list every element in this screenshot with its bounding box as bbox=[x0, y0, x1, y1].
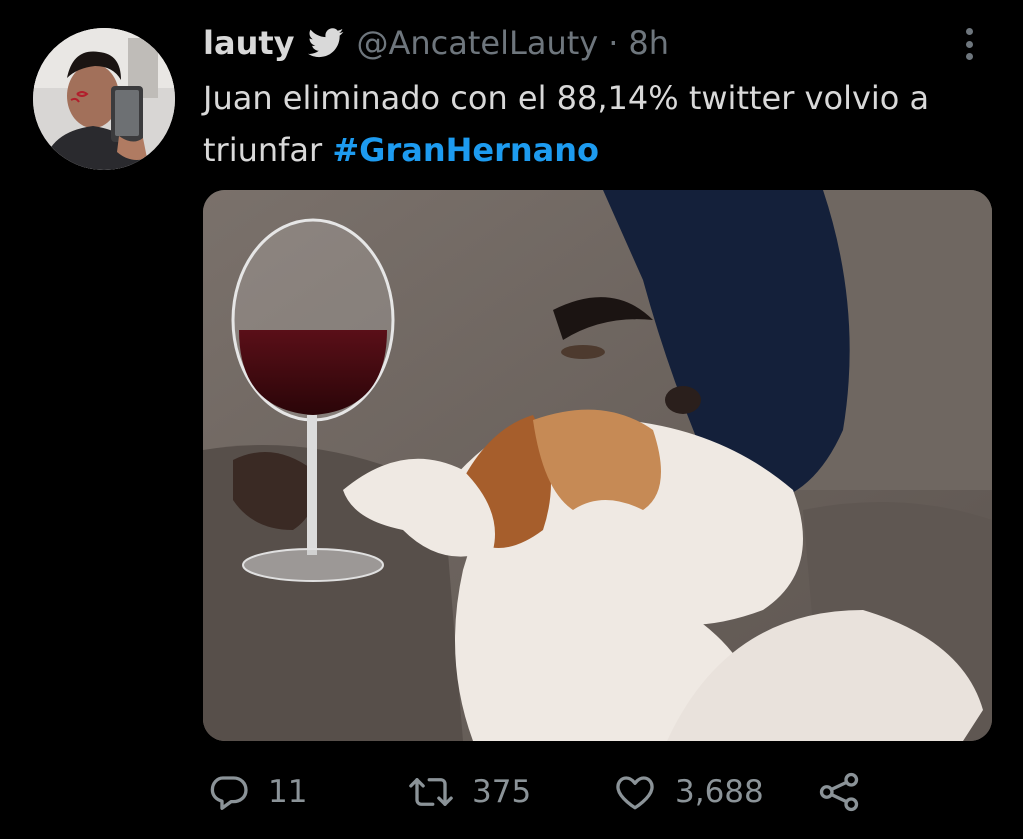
tweet-media[interactable] bbox=[203, 190, 992, 741]
like-count: 3,688 bbox=[675, 774, 764, 810]
more-dot bbox=[965, 28, 973, 35]
reply-icon bbox=[208, 771, 250, 813]
bird-icon bbox=[307, 28, 345, 58]
tweet-text: Juan eliminado con el 88,14% twitter vol… bbox=[203, 72, 993, 176]
like-button[interactable]: 3,688 bbox=[613, 760, 764, 824]
reply-count: 11 bbox=[268, 774, 308, 810]
dog-wine-photo bbox=[203, 190, 992, 741]
hashtag-link[interactable]: #GranHernano bbox=[332, 131, 599, 169]
retweet-icon bbox=[408, 771, 454, 813]
share-icon bbox=[816, 771, 862, 813]
more-icon[interactable] bbox=[955, 24, 983, 64]
tweet-actions: 11 375 3,688 bbox=[203, 760, 903, 824]
avatar[interactable] bbox=[33, 28, 175, 170]
heart-icon bbox=[613, 771, 657, 813]
more-dot bbox=[965, 40, 973, 48]
separator: · bbox=[608, 24, 619, 62]
timestamp[interactable]: 8h bbox=[628, 24, 669, 62]
retweet-button[interactable]: 375 bbox=[408, 760, 531, 824]
avatar-image bbox=[33, 28, 175, 170]
user-handle[interactable]: @AncatelLauty bbox=[357, 24, 599, 62]
reply-button[interactable]: 11 bbox=[208, 760, 307, 824]
retweet-count: 375 bbox=[472, 774, 532, 810]
share-button[interactable] bbox=[816, 760, 862, 824]
more-dot bbox=[965, 53, 973, 60]
display-name[interactable]: lauty bbox=[203, 24, 295, 62]
tweet-header: lauty @AncatelLauty · 8h bbox=[203, 21, 669, 65]
